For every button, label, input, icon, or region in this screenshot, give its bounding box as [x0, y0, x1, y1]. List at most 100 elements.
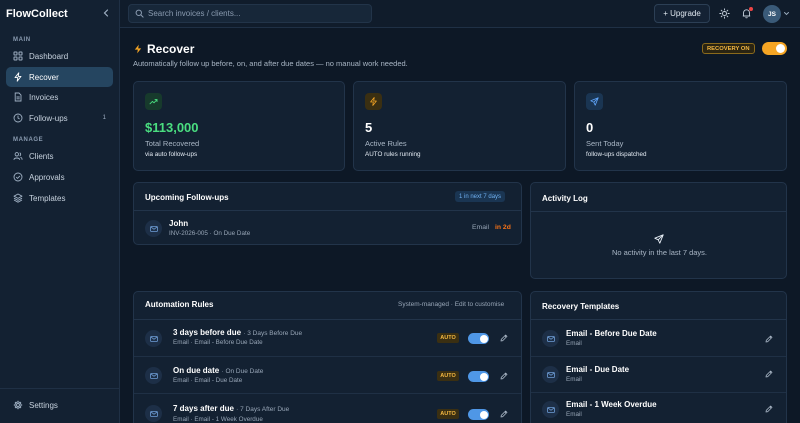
sidebar-item-approvals[interactable]: Approvals: [6, 167, 113, 187]
rule-toggle[interactable]: [468, 371, 489, 382]
upcoming-count-pill: 1 in next 7 days: [455, 191, 506, 202]
activity-empty-state: No activity in the last 7 days.: [611, 248, 708, 257]
sidebar-item-dashboard[interactable]: Dashboard: [6, 46, 113, 66]
auto-tag: AUTO: [437, 333, 459, 343]
toggle-knob: [479, 410, 488, 419]
stat-label: Active Rules: [365, 139, 407, 148]
rule-name: 7 days after due · 7 Days After Due: [173, 404, 290, 413]
mail-icon: [145, 220, 162, 237]
sidebar-item-label: Dashboard: [29, 51, 69, 61]
template-name: Email - Due Date: [566, 365, 630, 374]
trending-up-icon: [145, 93, 162, 110]
stat-label: Total Recovered: [145, 139, 200, 148]
automation-rules-card: Automation Rules System-managed · Edit t…: [133, 291, 522, 423]
recovery-toggle[interactable]: [762, 42, 787, 55]
sidebar-item-label: Approvals: [29, 172, 65, 182]
edit-pencil-icon[interactable]: [500, 410, 508, 418]
sidebar-item-invoices[interactable]: Invoices: [6, 87, 113, 107]
stat-value: 0: [586, 120, 594, 135]
sidebar-item-settings[interactable]: Settings: [6, 395, 113, 415]
section-label-manage: MANAGE: [13, 137, 44, 143]
upgrade-button[interactable]: + Upgrade: [654, 4, 710, 23]
check-circle-icon: [13, 172, 23, 182]
send-icon: [586, 93, 603, 110]
rules-meta: System-managed · Edit to customise: [398, 301, 505, 308]
rule-name: 3 days before due · 3 Days Before Due: [173, 328, 303, 337]
sidebar-item-follow-ups[interactable]: Follow-ups 1: [6, 108, 113, 128]
notification-dot: [749, 7, 753, 11]
search-input[interactable]: [148, 9, 348, 18]
card-title: Activity Log: [542, 194, 588, 203]
sidebar-item-label: Invoices: [29, 92, 59, 102]
stat-value: $113,000: [145, 120, 199, 135]
avatar[interactable]: JS: [763, 5, 781, 23]
mail-icon: [145, 367, 162, 384]
stat-label: Sent Today: [586, 139, 624, 148]
sidebar-item-clients[interactable]: Clients: [6, 146, 113, 166]
search-box[interactable]: [128, 4, 372, 23]
stat-card-active-rules: 5 Active Rules AUTO rules running: [353, 81, 566, 171]
toggle-knob: [479, 334, 488, 343]
follow-up-channel: Email: [472, 224, 489, 231]
mail-icon: [542, 330, 559, 347]
divider: [531, 392, 786, 393]
rule-timing: · 3 Days Before Due: [243, 330, 303, 337]
toggle-knob: [479, 372, 488, 381]
divider: [531, 356, 786, 357]
rule-details: Email · Email - Before Due Date: [173, 339, 263, 346]
section-label-main: MAIN: [13, 37, 31, 43]
sidebar-item-label: Clients: [29, 151, 54, 161]
activity-log-card: Activity Log No activity in the last 7 d…: [530, 182, 787, 279]
stat-sub: via auto follow-ups: [145, 151, 198, 158]
toggle-knob: [776, 44, 785, 53]
stat-sub: follow-ups dispatched: [586, 151, 647, 158]
bolt-icon: [13, 72, 23, 82]
follow-up-due: in 2d: [495, 224, 511, 231]
rule-timing: · 7 Days After Due: [236, 406, 290, 413]
sidebar-item-templates[interactable]: Templates: [6, 188, 113, 208]
follow-up-client-name: John: [169, 219, 189, 228]
template-name: Email - Before Due Date: [566, 329, 657, 338]
rule-toggle[interactable]: [468, 409, 489, 420]
stat-card-total-recovered: $113,000 Total Recovered via auto follow…: [133, 81, 345, 171]
mail-icon: [145, 405, 162, 422]
page-subtitle: Automatically follow up before, on, and …: [133, 59, 408, 68]
template-channel: Email: [566, 340, 582, 347]
send-icon: [654, 234, 664, 244]
edit-pencil-icon[interactable]: [500, 334, 508, 342]
sidebar-item-recover[interactable]: Recover: [6, 67, 113, 87]
edit-pencil-icon[interactable]: [765, 335, 773, 343]
bolt-icon: [133, 44, 143, 54]
stat-value: 5: [365, 120, 373, 135]
sidebar-item-label: Settings: [29, 400, 58, 410]
bolt-icon: [365, 93, 382, 110]
auto-tag: AUTO: [437, 409, 459, 419]
divider: [134, 319, 521, 320]
sidebar-item-label: Follow-ups: [29, 113, 68, 123]
divider: [134, 393, 521, 394]
upcoming-follow-ups-card: Upcoming Follow-ups 1 in next 7 days Joh…: [133, 182, 522, 245]
card-title: Upcoming Follow-ups: [145, 193, 229, 202]
mail-icon: [145, 330, 162, 347]
template-name: Email - 1 Week Overdue: [566, 400, 657, 409]
layers-icon: [13, 193, 23, 203]
topbar: + Upgrade JS: [120, 0, 800, 28]
theme-toggle-sun-icon[interactable]: [719, 8, 730, 19]
rule-toggle[interactable]: [468, 333, 489, 344]
edit-pencil-icon[interactable]: [500, 372, 508, 380]
recovery-templates-card: Recovery Templates Email - Before Due Da…: [530, 291, 787, 423]
page-title: Recover: [147, 42, 195, 56]
edit-pencil-icon[interactable]: [765, 370, 773, 378]
collapse-sidebar-icon[interactable]: [100, 7, 112, 19]
grid-icon: [13, 51, 23, 61]
edit-pencil-icon[interactable]: [765, 405, 773, 413]
clock-icon: [13, 113, 23, 123]
divider: [134, 356, 521, 357]
sidebar-item-label: Recover: [29, 72, 59, 82]
brand-logo[interactable]: FlowCollect: [6, 8, 68, 20]
stat-card-sent-today: 0 Sent Today follow-ups dispatched: [574, 81, 787, 171]
follow-ups-count-badge: 1: [102, 115, 106, 121]
file-icon: [13, 92, 23, 102]
chevron-down-icon[interactable]: [783, 10, 790, 17]
mail-icon: [542, 366, 559, 383]
